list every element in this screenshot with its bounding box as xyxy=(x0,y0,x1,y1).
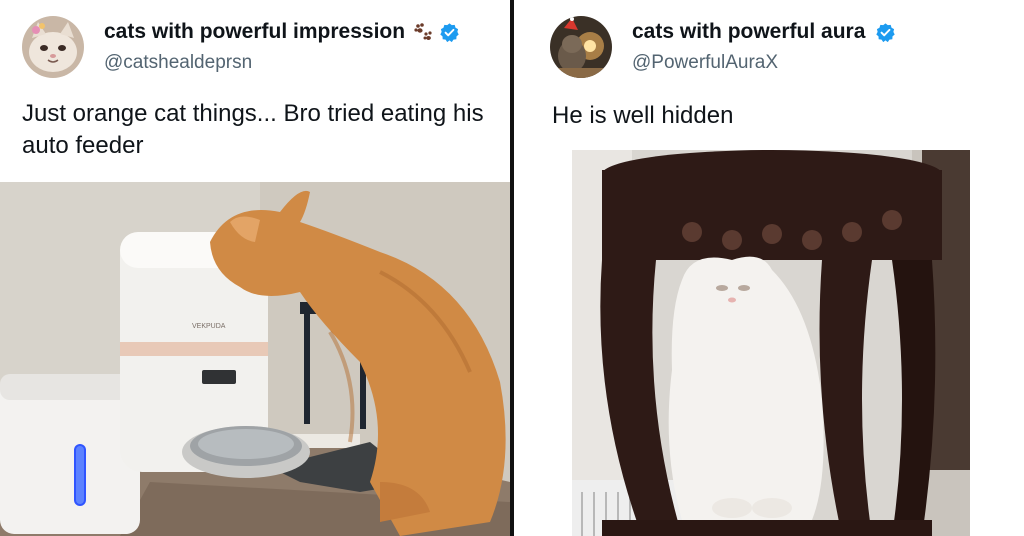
verified-badge-icon xyxy=(440,22,459,42)
display-name[interactable]: cats with powerful impression xyxy=(104,20,405,44)
meme-collage: cats with powerful impression @catsheald… xyxy=(0,0,1024,536)
feeder-brand-label: VEKPUDA xyxy=(192,323,226,330)
avatar[interactable] xyxy=(22,16,84,78)
avatar[interactable] xyxy=(550,16,612,78)
display-name[interactable]: cats with powerful aura xyxy=(632,20,865,44)
tweet-photo[interactable] xyxy=(572,150,970,536)
name-row: cats with powerful aura xyxy=(632,20,896,44)
tweet-photo[interactable]: VEKPUDA xyxy=(0,182,510,536)
tweet-card-right: cats with powerful aura @PowerfulAuraX H… xyxy=(514,0,1024,536)
paw-prints-icon xyxy=(414,23,432,40)
user-handle[interactable]: @PowerfulAuraX xyxy=(632,52,778,74)
name-row: cats with powerful impression xyxy=(104,20,460,44)
tweet-text: Just orange cat things... Bro tried eati… xyxy=(22,100,484,159)
tweet-card-left: cats with powerful impression @catsheald… xyxy=(0,0,510,536)
verified-badge-icon xyxy=(876,22,896,42)
user-handle[interactable]: @catshealdeprsn xyxy=(104,52,252,74)
tweet-text: He is well hidden xyxy=(552,102,734,129)
